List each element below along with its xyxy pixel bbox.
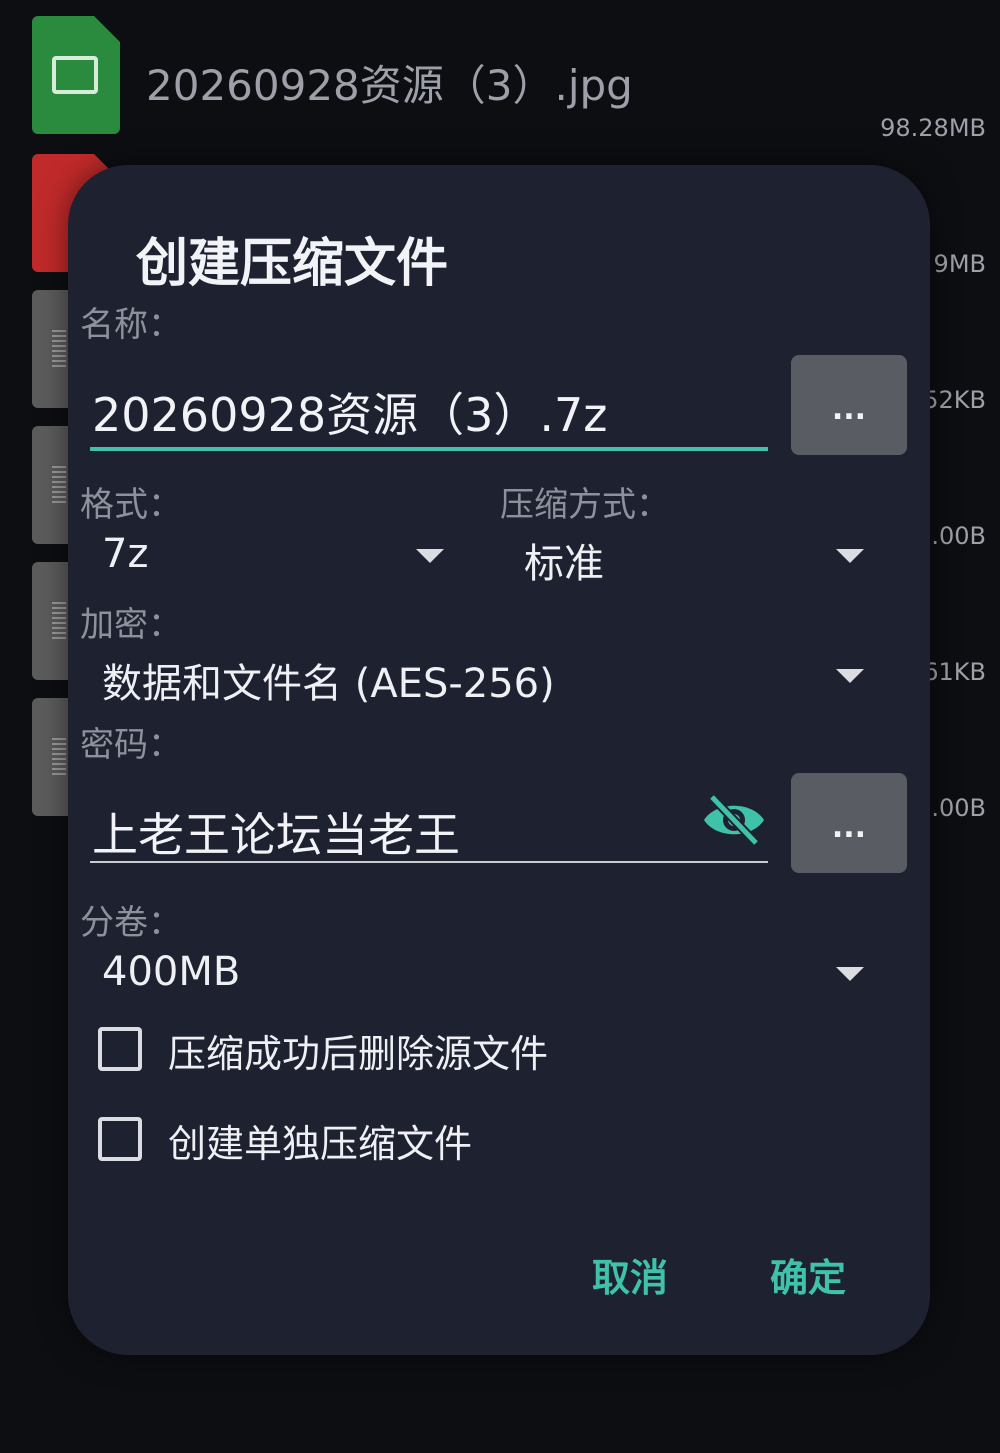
image-file-icon [32,16,120,134]
format-value: 7z [102,531,149,577]
checkbox-icon[interactable] [98,1027,142,1071]
password-options-button[interactable]: ... [791,773,907,873]
separate-archive-label: 创建单独压缩文件 [168,1122,473,1166]
archive-name-value: 20260928资源（3）.7z [92,388,608,442]
password-input[interactable]: 上老王论坛当老王 [90,785,768,863]
format-dropdown[interactable]: 7z [98,525,458,585]
eye-off-icon[interactable] [702,793,766,847]
dropdown-caret-icon [836,669,864,683]
file-size: 98.28MB [880,114,986,142]
dropdown-caret-icon [416,549,444,563]
password-label: 密码： [80,725,182,765]
create-archive-dialog: 创建压缩文件 名称： 20260928资源（3）.7z ... 格式： 7z 压… [68,165,930,1355]
file-name: 20260928资源（3）.jpg [146,61,633,110]
cancel-button[interactable]: 取消 [592,1247,668,1302]
checkbox-icon[interactable] [98,1117,142,1161]
method-label: 压缩方式： [500,485,670,525]
volume-label: 分卷： [80,903,182,943]
file-size: 61KB [923,658,986,686]
encrypt-label: 加密： [80,605,182,645]
browse-name-button[interactable]: ... [791,355,907,455]
name-label: 名称： [80,305,182,345]
dialog-title: 创建压缩文件 [136,234,449,294]
delete-after-label: 压缩成功后删除源文件 [168,1032,549,1076]
volume-dropdown[interactable]: 400MB [98,943,878,1003]
dropdown-caret-icon [836,549,864,563]
confirm-button[interactable]: 确定 [770,1247,846,1302]
file-size: 9MB [933,250,986,278]
volume-value: 400MB [102,949,241,995]
format-label: 格式： [80,485,182,525]
dropdown-caret-icon [836,967,864,981]
file-size: 52KB [923,386,986,414]
file-size: .00B [931,794,986,822]
password-value: 上老王论坛当老王 [92,808,460,862]
encrypt-value: 数据和文件名 (AES-256) [102,661,555,707]
file-size: .00B [931,522,986,550]
method-value: 标准 [524,541,604,587]
encrypt-dropdown[interactable]: 数据和文件名 (AES-256) [98,645,878,707]
archive-name-input[interactable]: 20260928资源（3）.7z [90,363,768,451]
method-dropdown[interactable]: 标准 [520,525,880,587]
